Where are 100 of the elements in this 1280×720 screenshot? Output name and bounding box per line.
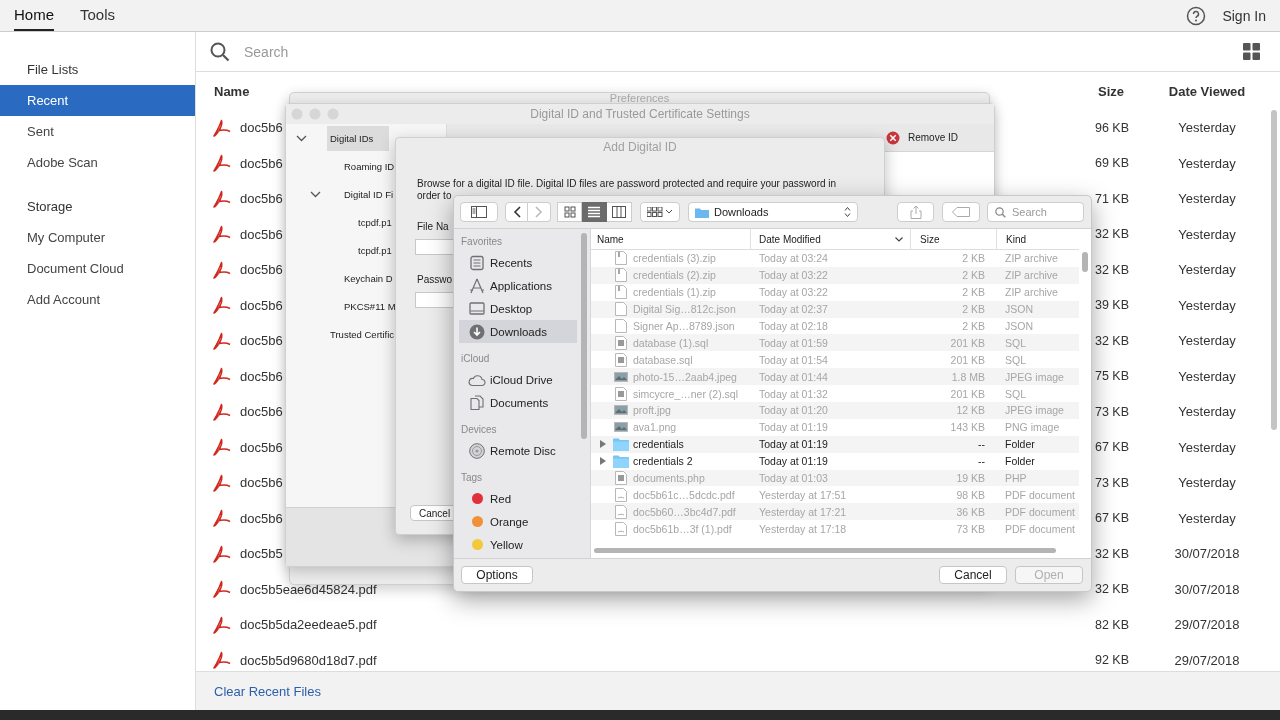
date-viewed: Yesterday bbox=[1177, 191, 1237, 207]
options-button[interactable]: Options bbox=[461, 566, 533, 584]
up-down-icon bbox=[844, 206, 851, 218]
sidebar-heading: Tags bbox=[460, 471, 484, 485]
column-header[interactable]: Size bbox=[911, 229, 997, 249]
column-header[interactable]: Date Modified bbox=[751, 229, 911, 249]
clock-list-icon bbox=[469, 254, 485, 271]
column-header[interactable]: Kind bbox=[997, 229, 1079, 249]
date-viewed: Yesterday bbox=[1177, 262, 1237, 278]
file-name: doc5b6 bbox=[240, 120, 283, 136]
triangle-right-icon[interactable] bbox=[599, 457, 607, 466]
column-header[interactable]: Name bbox=[591, 229, 751, 249]
sidebar-item[interactable]: Recents bbox=[459, 251, 577, 274]
file-name: doc5b6 bbox=[240, 368, 283, 384]
sidebar-item[interactable]: Yellow bbox=[459, 533, 577, 556]
tree-item[interactable]: Digital ID Fi bbox=[341, 182, 397, 206]
file-name[interactable]: credentials bbox=[633, 438, 684, 451]
location-popup[interactable]: Downloads bbox=[688, 202, 858, 222]
date-viewed: Yesterday bbox=[1177, 155, 1237, 171]
pdf-file-icon bbox=[212, 259, 232, 280]
image-file-icon bbox=[614, 420, 628, 435]
tree-item[interactable]: Digital IDs bbox=[327, 125, 390, 151]
date-modified: Today at 02:18 bbox=[758, 320, 829, 332]
image-file-icon bbox=[614, 369, 628, 384]
date-viewed: 30/07/2018 bbox=[1173, 546, 1241, 562]
input-field[interactable] bbox=[415, 239, 455, 255]
back-button[interactable] bbox=[505, 202, 528, 222]
sidebar-item[interactable]: Applications bbox=[459, 274, 577, 297]
sidebar-item[interactable]: Remote Disc bbox=[459, 439, 577, 462]
tree-item[interactable]: tcpdf.p1 bbox=[355, 238, 395, 262]
sidebar-toggle-button[interactable] bbox=[460, 202, 498, 222]
file-name[interactable]: credentials 2 bbox=[633, 455, 693, 468]
cancel-button[interactable]: Cancel bbox=[939, 566, 1007, 584]
column-header[interactable]: Name bbox=[214, 83, 250, 99]
sidebar-item[interactable]: Add Account bbox=[0, 284, 195, 315]
grid-view-icon[interactable] bbox=[1243, 43, 1260, 60]
chevron-down-icon[interactable] bbox=[310, 190, 321, 198]
tree-item[interactable]: tcpdf.p1 bbox=[355, 210, 395, 234]
file-kind: Folder bbox=[1004, 438, 1036, 451]
grid-caret-icon bbox=[647, 207, 673, 217]
group-menu-button[interactable] bbox=[640, 202, 680, 222]
scrollbar[interactable] bbox=[1271, 110, 1277, 430]
desktop-icon bbox=[469, 300, 485, 317]
date-modified: Today at 03:22 bbox=[758, 269, 829, 282]
view-toggle[interactable] bbox=[582, 202, 607, 222]
tree-item[interactable]: Roaming ID bbox=[341, 154, 398, 178]
pdf-file-icon bbox=[212, 543, 232, 564]
date-viewed: Yesterday bbox=[1177, 439, 1237, 455]
sidebar-item[interactable]: iCloud Drive bbox=[459, 368, 577, 391]
clear-recent-link[interactable]: Clear Recent Files bbox=[214, 683, 321, 699]
sign-in-link[interactable]: Sign In bbox=[1222, 0, 1266, 31]
sidebar-item[interactable]: Adobe Scan bbox=[0, 147, 195, 178]
file-size: 32 KB bbox=[1093, 546, 1129, 561]
pdf-file-icon bbox=[212, 508, 232, 529]
scrollbar[interactable] bbox=[1082, 252, 1088, 272]
list-view-icon bbox=[588, 206, 600, 218]
date-modified: Today at 01:20 bbox=[758, 404, 829, 417]
sidebar-item[interactable]: Document Cloud bbox=[0, 253, 195, 284]
column-header[interactable]: Size bbox=[1054, 83, 1124, 99]
file-kind: JPEG image bbox=[1004, 404, 1065, 417]
search-field[interactable]: Search bbox=[987, 202, 1084, 222]
sidebar-item[interactable]: Desktop bbox=[459, 297, 577, 320]
file-name: doc5b6 bbox=[240, 226, 283, 242]
column-header[interactable]: Date Viewed bbox=[1142, 83, 1272, 99]
tag-button[interactable] bbox=[942, 202, 980, 222]
search-icon bbox=[210, 41, 230, 62]
sidebar-item[interactable]: Documents bbox=[459, 391, 577, 414]
field-label: File Na bbox=[417, 221, 449, 232]
file-size: 36 KB bbox=[955, 505, 986, 518]
image-file-icon bbox=[614, 403, 628, 418]
tree-item[interactable]: Keychain D bbox=[341, 266, 396, 290]
sidebar-item[interactable]: My Computer bbox=[0, 222, 195, 253]
sidebar-item[interactable]: Orange bbox=[459, 510, 577, 533]
sidebar-item[interactable]: Downloads bbox=[459, 320, 577, 343]
description-text: Browse for a digital ID file. Digital ID files are password protected and require your password in order to bbox=[417, 178, 838, 202]
file-size: 2 KB bbox=[961, 303, 986, 316]
help-icon[interactable] bbox=[1186, 5, 1207, 26]
share-icon bbox=[909, 205, 922, 219]
scrollbar[interactable] bbox=[581, 233, 587, 439]
date-viewed: Yesterday bbox=[1177, 510, 1237, 526]
chevron-down-icon[interactable] bbox=[296, 134, 307, 142]
input-field[interactable] bbox=[415, 292, 455, 308]
file-size: 12 KB bbox=[955, 404, 986, 417]
pdf-file-icon bbox=[212, 117, 232, 138]
file-size: 73 KB bbox=[1093, 475, 1129, 490]
sidebar-item[interactable]: Red bbox=[459, 487, 577, 510]
pdf-file-icon bbox=[212, 153, 232, 174]
file-kind: PNG image bbox=[1004, 421, 1061, 434]
field-label: Passwo bbox=[417, 274, 452, 285]
tree-item[interactable]: PKCS#11 M bbox=[341, 294, 399, 318]
search-field[interactable]: Search bbox=[242, 42, 1243, 61]
tab[interactable]: Tools bbox=[80, 0, 116, 31]
file-size: 2 KB bbox=[961, 286, 986, 299]
sidebar-item[interactable]: Recent bbox=[0, 85, 195, 116]
sidebar-item[interactable]: Sent bbox=[0, 116, 195, 147]
tree-item[interactable]: Trusted Certific bbox=[327, 322, 398, 346]
file-kind: SQL bbox=[1004, 353, 1027, 366]
date-modified: Today at 01:59 bbox=[758, 336, 829, 349]
triangle-right-icon[interactable] bbox=[599, 440, 607, 449]
scrollbar[interactable] bbox=[594, 548, 1056, 553]
